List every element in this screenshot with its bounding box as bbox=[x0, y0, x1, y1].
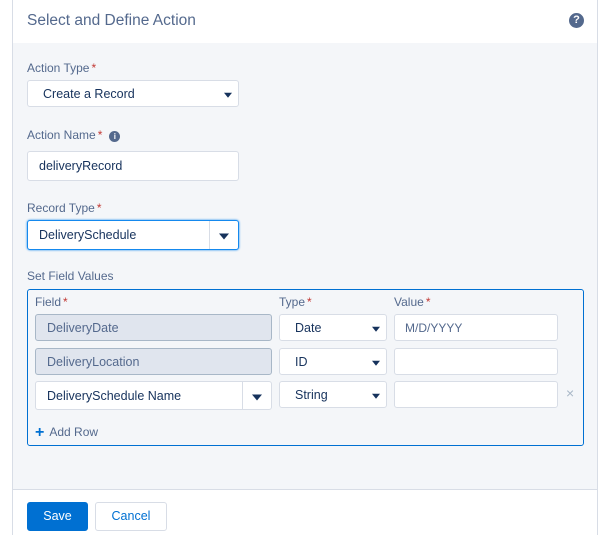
combobox-divider bbox=[242, 382, 243, 409]
field-select-row-2: DeliveryLocation bbox=[35, 348, 272, 375]
dialog-header: Select and Define Action ? bbox=[13, 0, 597, 43]
chevron-down-icon bbox=[372, 393, 380, 399]
record-type-label: Record Type * bbox=[27, 201, 102, 215]
chevron-down-icon[interactable] bbox=[219, 233, 229, 240]
date-value-input-row-1[interactable]: M/D/YYYY bbox=[394, 314, 558, 341]
value-input-row-3[interactable] bbox=[394, 381, 558, 408]
type-column-header: Type * bbox=[279, 295, 312, 309]
action-type-select[interactable]: Create a Record bbox=[27, 80, 239, 107]
set-field-values-label: Set Field Values bbox=[27, 269, 114, 283]
chevron-down-icon bbox=[372, 326, 380, 332]
save-button[interactable]: Save bbox=[27, 502, 88, 531]
field-combobox-row-3[interactable]: DeliverySchedule Name bbox=[35, 381, 272, 410]
dialog-title: Select and Define Action bbox=[27, 12, 196, 29]
action-type-value: Create a Record bbox=[43, 86, 135, 101]
combobox-divider bbox=[209, 221, 210, 249]
value-column-header: Value * bbox=[394, 295, 431, 309]
dialog-footer: Save Cancel bbox=[13, 489, 597, 535]
record-type-value: DeliverySchedule bbox=[39, 228, 137, 242]
record-type-combobox[interactable]: DeliverySchedule bbox=[27, 220, 239, 250]
type-select-row-1[interactable]: Date bbox=[279, 314, 387, 341]
field-column-header: Field * bbox=[35, 295, 68, 309]
action-name-value: deliveryRecord bbox=[39, 159, 123, 173]
action-type-label: Action Type * bbox=[27, 61, 97, 75]
select-define-action-dialog: Select and Define Action ? Action Type * … bbox=[12, 0, 598, 535]
value-input-row-2[interactable] bbox=[394, 348, 558, 375]
plus-icon: + bbox=[35, 424, 45, 441]
add-row-button[interactable]: + Add Row bbox=[35, 424, 98, 442]
action-name-label: Action Name * i bbox=[27, 128, 121, 142]
action-name-input[interactable]: deliveryRecord bbox=[27, 151, 239, 181]
field-select-row-1: DeliveryDate bbox=[35, 314, 272, 341]
remove-row-icon[interactable]: × bbox=[566, 385, 574, 401]
help-icon[interactable]: ? bbox=[569, 13, 584, 28]
type-select-row-2[interactable]: ID bbox=[279, 348, 387, 375]
cancel-button[interactable]: Cancel bbox=[95, 502, 167, 531]
chevron-down-icon[interactable] bbox=[252, 394, 262, 400]
chevron-down-icon bbox=[224, 92, 232, 98]
info-icon[interactable]: i bbox=[109, 131, 121, 142]
type-select-row-3[interactable]: String bbox=[279, 381, 387, 408]
add-row-label: Add Row bbox=[49, 425, 99, 439]
chevron-down-icon bbox=[372, 360, 380, 366]
